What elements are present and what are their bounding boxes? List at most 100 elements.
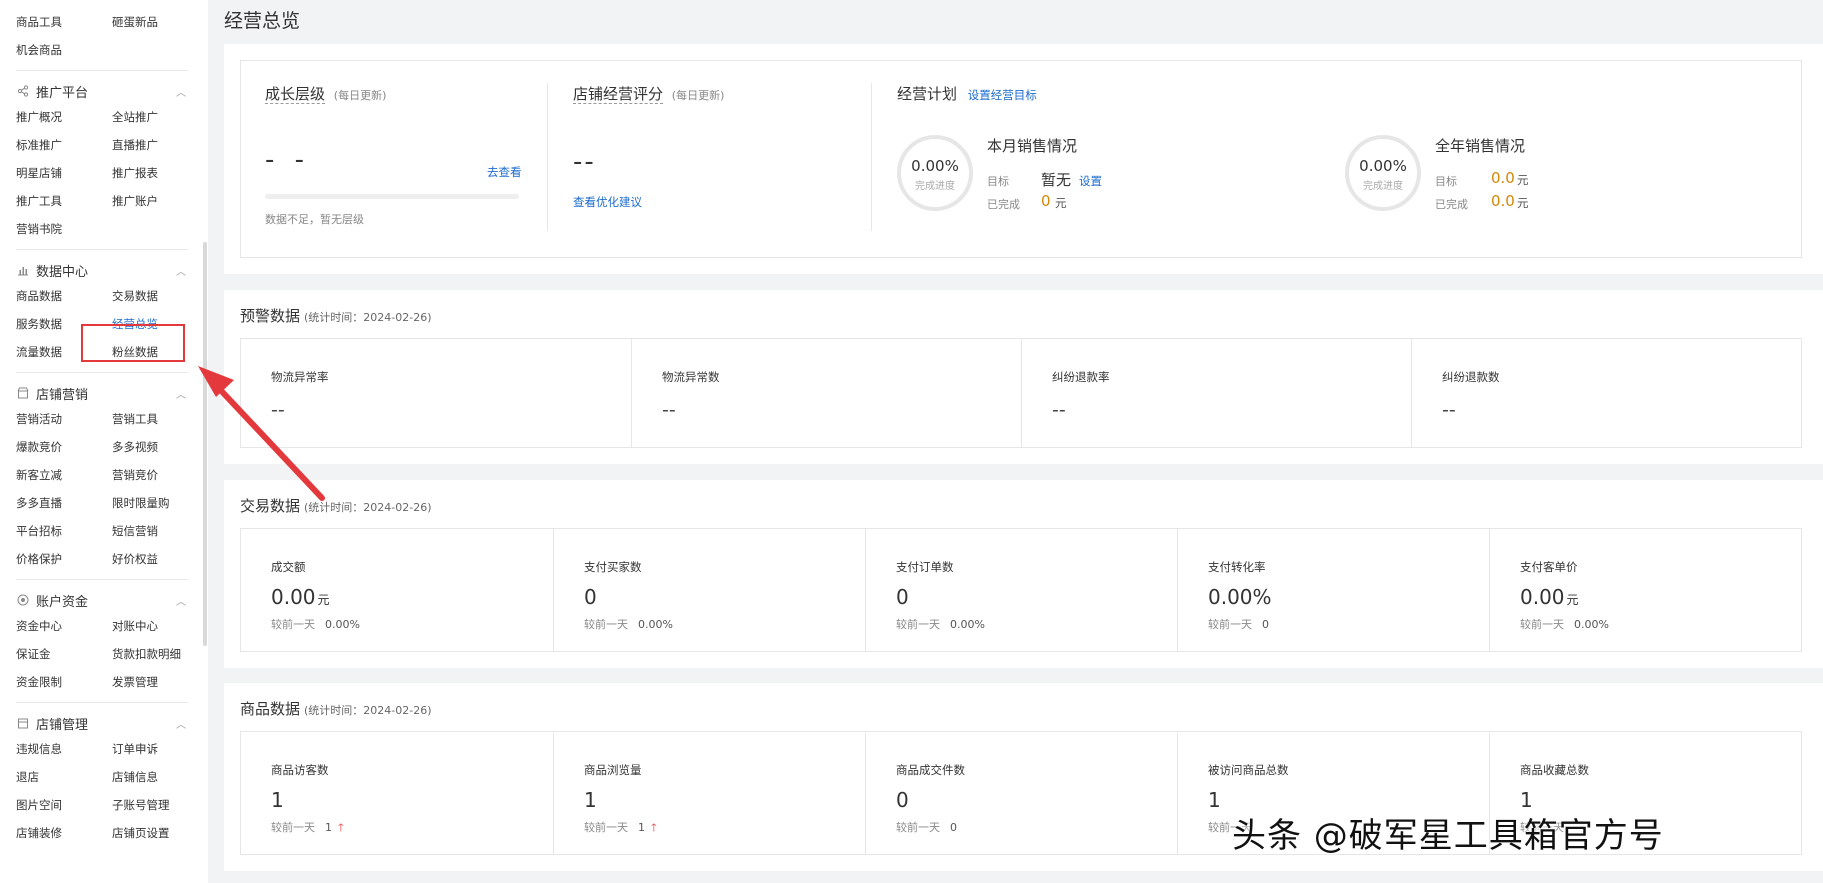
sidebar-item[interactable]: 推广账户 [112, 187, 208, 215]
warning-box: 物流异常率 -- 物流异常数 -- 纠纷退款率 -- 纠纷退款数 -- [240, 338, 1802, 448]
sidebar-item[interactable]: 明星店铺 [16, 159, 112, 187]
compare-value: 0.00% [638, 618, 673, 631]
sidebar-item[interactable]: 子账号管理 [112, 791, 208, 819]
sidebar-item[interactable]: 交易数据 [112, 282, 208, 310]
growth-view-link[interactable]: 去查看 [487, 164, 522, 180]
trade-card: 交易数据 (统计时间：2024-02-26) 成交额 0.00 元 较前一天 0.00… [224, 480, 1823, 668]
sidebar-item[interactable]: 多多直播 [16, 489, 112, 517]
score-note: (每日更新) [671, 89, 725, 102]
month-target-set-link[interactable]: 设置 [1079, 173, 1102, 189]
sidebar-item[interactable]: 保证金 [16, 640, 112, 668]
sidebar-item[interactable]: 店铺装修 [16, 819, 112, 847]
sidebar-item[interactable]: 平台招标 [16, 517, 112, 545]
sidebar-item[interactable]: 直播推广 [112, 131, 208, 159]
sidebar-item[interactable]: 短信营销 [112, 517, 208, 545]
sidebar-scrollbar[interactable] [203, 242, 207, 646]
sidebar-item[interactable]: 好价权益 [112, 545, 208, 573]
sidebar: 商品工具 砸蛋新品 机会商品 推广平台 ︿ 推广概况 全站推广 标准推广 直播推… [0, 0, 208, 883]
metric-label: 商品浏览量 [584, 763, 642, 777]
sidebar-group-header-store-mgmt[interactable]: 店铺管理 ︿ [16, 711, 192, 735]
metric-value-wrap: 0.00% [1208, 585, 1272, 609]
sidebar-item[interactable]: 营销书院 [16, 215, 112, 243]
sidebar-item[interactable]: 多多视频 [112, 433, 208, 461]
sidebar-item[interactable]: 限时限量购 [112, 489, 208, 517]
warning-cell: 物流异常率 -- [241, 339, 632, 447]
sidebar-item-new-goods[interactable]: 砸蛋新品 [112, 8, 208, 36]
goods-title: 商品数据 [240, 700, 301, 718]
compare-label: 较前一天 [271, 821, 315, 834]
coin-icon [16, 593, 30, 607]
metric-label: 支付转化率 [1208, 560, 1266, 574]
overview-card: 成长层级 (每日更新) - - 去查看 数据不足，暂无层级 店铺经营评分 (每日… [224, 44, 1823, 274]
sidebar-item[interactable]: 爆款竞价 [16, 433, 112, 461]
sidebar-item[interactable]: 违规信息 [16, 735, 112, 763]
metric-value: -- [662, 399, 676, 421]
sidebar-item-opportunity-goods[interactable]: 机会商品 [16, 36, 112, 64]
sidebar-group-header-promotion[interactable]: 推广平台 ︿ [16, 79, 192, 103]
sidebar-item[interactable]: 货款扣款明细 [112, 640, 208, 668]
store-icon [16, 716, 30, 730]
set-target-link[interactable]: 设置经营目标 [968, 88, 1037, 102]
sidebar-group-header-funds[interactable]: 账户资金 ︿ [16, 588, 192, 612]
metric-label: 支付订单数 [896, 560, 954, 574]
compare-label: 较前一天 [896, 821, 940, 834]
warning-cell: 物流异常数 -- [632, 339, 1022, 447]
sidebar-item[interactable]: 推广概况 [16, 103, 112, 131]
compare-label: 较前一天 [584, 821, 628, 834]
score-value: -- [573, 147, 596, 177]
metric-compare: 较前一天 0.00% [271, 616, 360, 632]
divider [871, 83, 872, 231]
sidebar-item[interactable]: 推广工具 [16, 187, 112, 215]
sidebar-item[interactable]: 营销工具 [112, 405, 208, 433]
sidebar-item[interactable]: 店铺信息 [112, 763, 208, 791]
goods-cell: 商品浏览量 1 较前一天 1 🡑 [554, 732, 866, 854]
sidebar-group-header-marketing[interactable]: 店铺营销 ︿ [16, 381, 192, 405]
metric-label: 商品成交件数 [896, 763, 965, 777]
warning-section-title: 预警数据 (统计时间：2024-02-26) [240, 305, 432, 326]
sidebar-item[interactable]: 退店 [16, 763, 112, 791]
score-advice-link[interactable]: 查看优化建议 [573, 194, 642, 210]
month-pct: 0.00% [911, 157, 959, 175]
sidebar-item[interactable]: 订单申诉 [112, 735, 208, 763]
bar-chart-icon [16, 263, 30, 277]
sidebar-item-goods-tools[interactable]: 商品工具 [16, 8, 112, 36]
metric-value: 0 [896, 788, 909, 812]
sidebar-item[interactable]: 推广报表 [112, 159, 208, 187]
sidebar-item[interactable]: 标准推广 [16, 131, 112, 159]
sidebar-item[interactable]: 发票管理 [112, 668, 208, 696]
compare-label: 较前一天 [584, 618, 628, 631]
compare-value: 0.00% [1574, 618, 1609, 631]
metric-value: 0 [584, 585, 597, 609]
sidebar-item[interactable]: 对账中心 [112, 612, 208, 640]
warning-card: 预警数据 (统计时间：2024-02-26) 物流异常率 -- 物流异常数 -- … [224, 290, 1823, 464]
year-progress-ring: 0.00% 完成进度 [1345, 135, 1421, 211]
chevron-up-icon: ︿ [176, 389, 186, 401]
month-sales-title: 本月销售情况 [987, 137, 1078, 155]
sidebar-item[interactable]: 新客立减 [16, 461, 112, 489]
sidebar-item[interactable]: 图片空间 [16, 791, 112, 819]
metric-value: 1 [1208, 788, 1221, 812]
metric-compare: 较前一天 0.00% [896, 616, 985, 632]
sidebar-item[interactable]: 商品数据 [16, 282, 112, 310]
metric-label: 纠纷退款数 [1442, 370, 1500, 384]
share-icon [16, 84, 30, 98]
metric-value: -- [271, 399, 285, 421]
sidebar-item[interactable]: 营销竞价 [112, 461, 208, 489]
sidebar-item[interactable]: 店铺页设置 [112, 819, 208, 847]
metric-label: 成交额 [271, 560, 306, 574]
sidebar-item[interactable]: 价格保护 [16, 545, 112, 573]
sidebar-group-store-mgmt: 店铺管理 ︿ 违规信息 订单申诉 退店 店铺信息 图片空间 子账号管理 店铺装修… [0, 703, 208, 847]
highlight-box [81, 324, 185, 362]
metric-value-wrap: 0.00 元 [1520, 585, 1579, 609]
compare-label: 较前一天 [1208, 618, 1252, 631]
sidebar-group-header-data-center[interactable]: 数据中心 ︿ [16, 258, 192, 282]
compare-value: 0 [950, 821, 957, 834]
sidebar-item[interactable]: 全站推广 [112, 103, 208, 131]
year-pct-caption: 完成进度 [1363, 181, 1403, 192]
year-done-unit: 元 [1517, 196, 1529, 210]
sidebar-item[interactable]: 营销活动 [16, 405, 112, 433]
sidebar-item[interactable]: 资金中心 [16, 612, 112, 640]
metric-value: -- [1052, 399, 1066, 421]
arrow-up-icon: 🡑 [651, 821, 657, 834]
sidebar-item[interactable]: 资金限制 [16, 668, 112, 696]
